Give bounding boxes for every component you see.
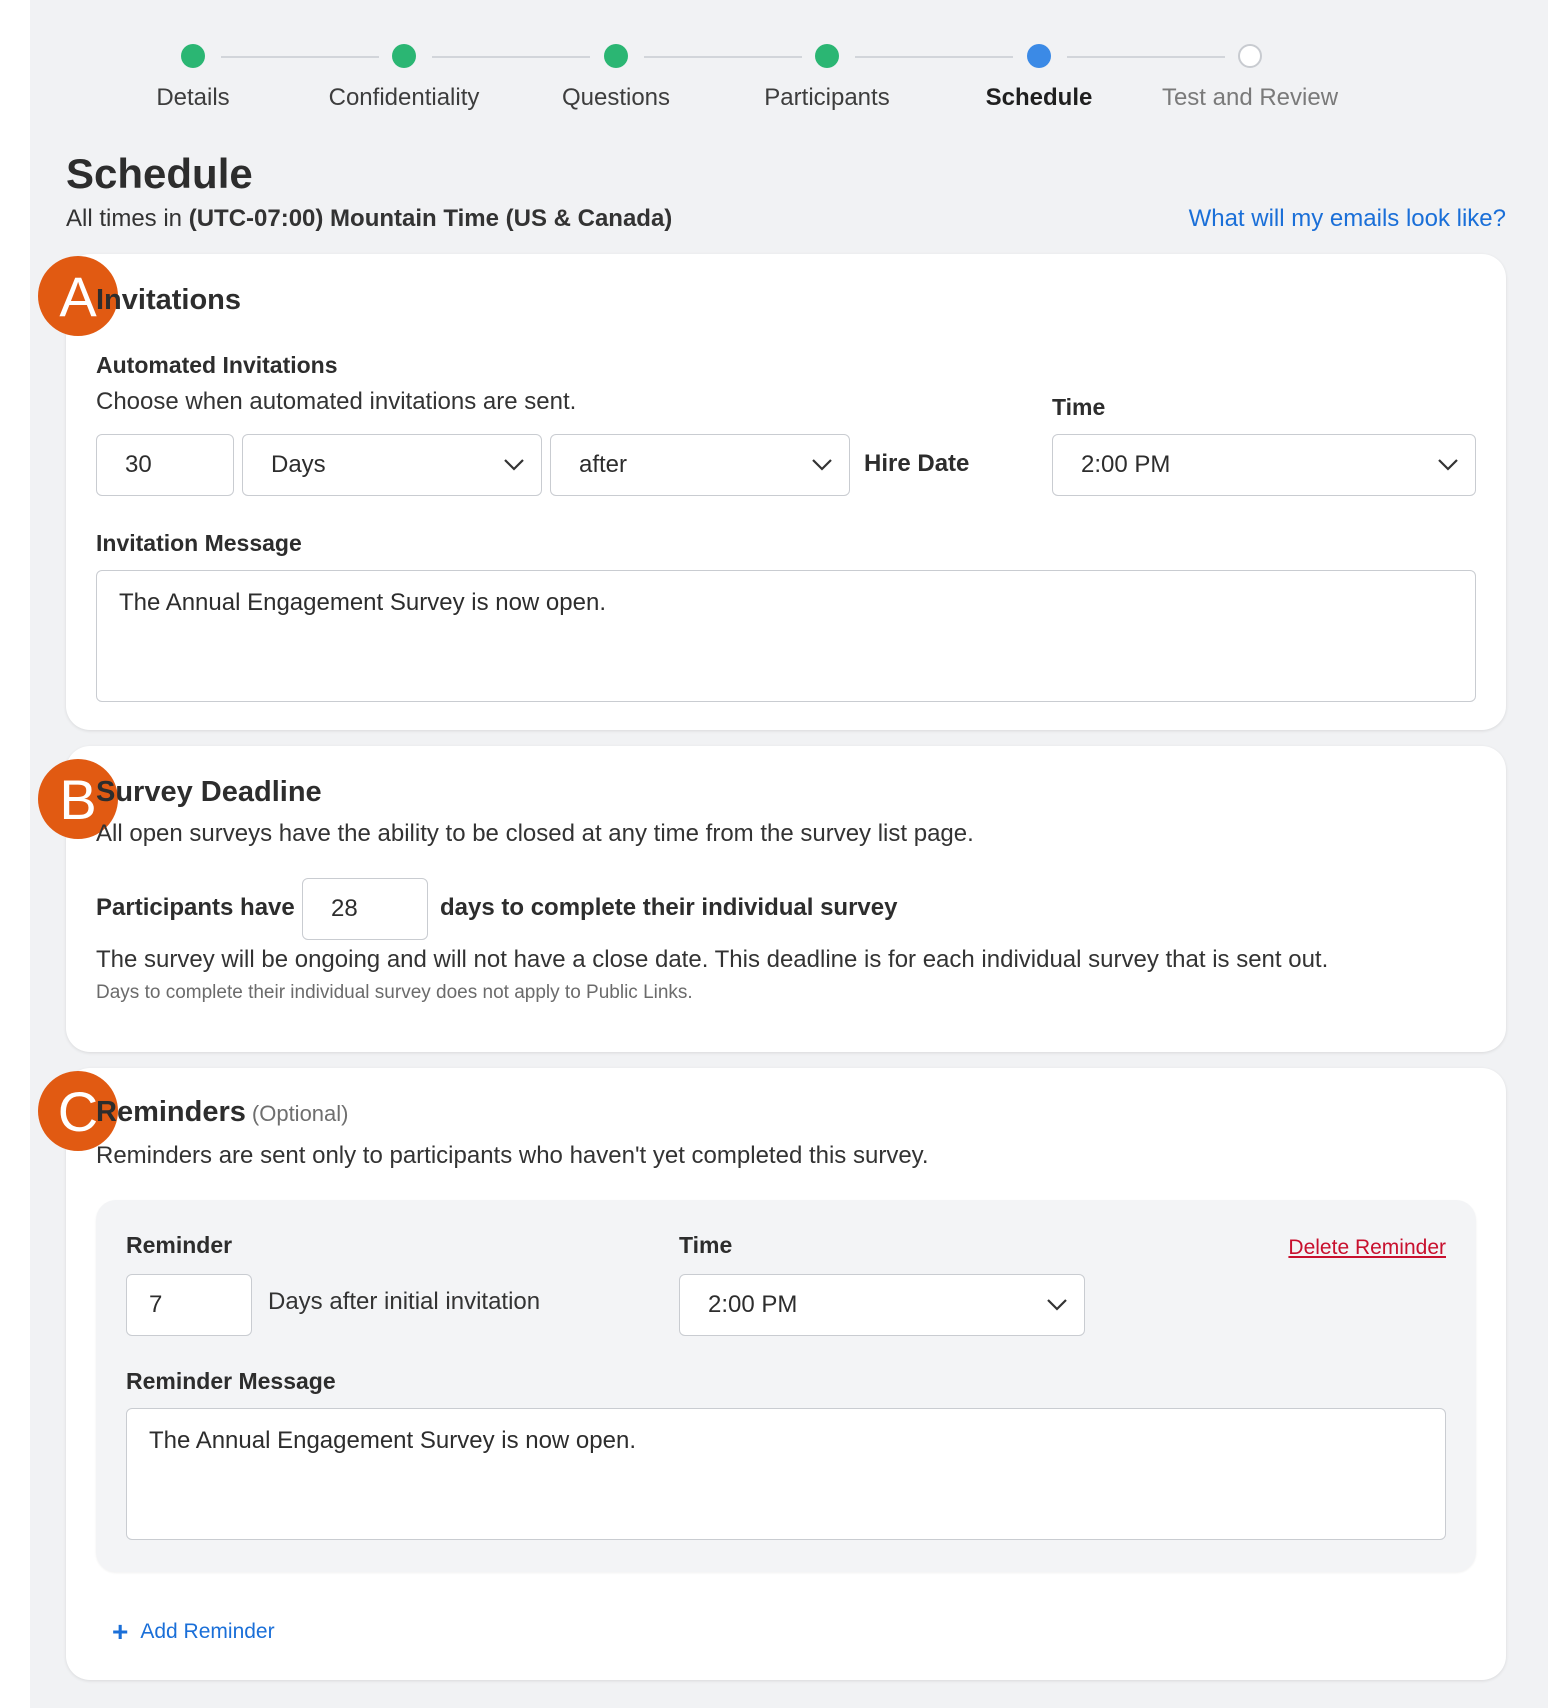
survey-deadline-desc: All open surveys have the ability to be … — [96, 820, 974, 847]
survey-deadline-card: B Survey Deadline All open surveys have … — [38, 746, 1506, 1052]
delete-reminder-button[interactable]: Delete Reminder — [1288, 1236, 1446, 1260]
wizard-stepper: Details Confidentiality Questions Partic… — [30, 0, 1548, 130]
deadline-days-value: 28 — [331, 895, 358, 922]
step-connector — [432, 56, 590, 58]
step-dot-details[interactable] — [181, 44, 205, 68]
step-dot-questions[interactable] — [604, 44, 628, 68]
reminder-days-value: 7 — [149, 1291, 163, 1318]
chevron-down-icon — [1047, 1299, 1067, 1311]
reminder-days-input[interactable]: 7 — [126, 1274, 252, 1336]
invitation-offset-input[interactable]: 30 — [96, 434, 234, 496]
reminders-title: Reminders (Optional) — [96, 1096, 348, 1129]
public-links-note: Days to complete their individual survey… — [96, 982, 693, 1003]
step-label-questions[interactable]: Questions — [506, 84, 726, 112]
chevron-down-icon — [1438, 459, 1458, 471]
reminder-time-value: 2:00 PM — [708, 1291, 798, 1318]
invitation-relation-value: after — [579, 451, 628, 478]
deadline-days-input[interactable]: 28 — [302, 878, 428, 940]
reminder-time-label: Time — [679, 1232, 733, 1258]
invitation-time-label: Time — [1052, 394, 1106, 420]
chevron-down-icon — [812, 459, 832, 471]
invitation-offset-value: 30 — [125, 451, 152, 478]
add-reminder-button[interactable]: + Add Reminder — [112, 1616, 275, 1648]
step-connector — [855, 56, 1013, 58]
step-label-confidentiality[interactable]: Confidentiality — [294, 84, 514, 112]
page-title: Schedule — [66, 150, 253, 197]
reminder-item: Reminder Time Delete Reminder 7 Days aft… — [96, 1200, 1476, 1572]
invitation-unit-value: Days — [271, 451, 326, 478]
invitation-time-select[interactable]: 2:00 PM — [1052, 434, 1476, 496]
optional-tag: (Optional) — [251, 1101, 349, 1126]
reminders-title-text: Reminders — [96, 1096, 246, 1128]
step-label-details[interactable]: Details — [83, 84, 303, 112]
step-label-test-and-review[interactable]: Test and Review — [1140, 84, 1360, 112]
plus-icon: + — [112, 1616, 129, 1647]
step-dot-participants[interactable] — [815, 44, 839, 68]
participants-have-label: Participants have — [96, 894, 295, 921]
timezone-line: All times in (UTC-07:00) Mountain Time (… — [66, 205, 672, 233]
reminder-message-textarea[interactable]: The Annual Engagement Survey is now open… — [126, 1408, 1446, 1540]
step-connector — [644, 56, 802, 58]
invitations-card: A Invitations Automated Invitations Choo… — [38, 254, 1506, 730]
chevron-down-icon — [504, 459, 524, 471]
step-label-schedule[interactable]: Schedule — [929, 84, 1149, 112]
step-connector — [221, 56, 379, 58]
reminder-time-select[interactable]: 2:00 PM — [679, 1274, 1085, 1336]
step-dot-test-and-review[interactable] — [1238, 44, 1262, 68]
survey-deadline-title: Survey Deadline — [96, 776, 322, 808]
invitation-message-textarea[interactable]: The Annual Engagement Survey is now open… — [96, 570, 1476, 702]
page-canvas: Details Confidentiality Questions Partic… — [30, 0, 1548, 1708]
reminder-label: Reminder — [126, 1232, 233, 1258]
reminder-days-suffix: Days after initial invitation — [268, 1288, 541, 1315]
add-reminder-label: Add Reminder — [140, 1620, 275, 1643]
automated-invitations-desc: Choose when automated invitations are se… — [96, 388, 577, 415]
deadline-days-suffix: days to complete their individual survey — [440, 894, 898, 921]
hire-date-label: Hire Date — [864, 450, 970, 477]
reminder-message-label: Reminder Message — [126, 1368, 336, 1394]
reminders-desc: Reminders are sent only to participants … — [96, 1142, 929, 1169]
ongoing-survey-note: The survey will be ongoing and will not … — [96, 946, 1329, 973]
timezone-value: (UTC-07:00) Mountain Time (US & Canada) — [188, 205, 673, 232]
automated-invitations-label: Automated Invitations — [96, 352, 338, 378]
step-dot-schedule[interactable] — [1027, 44, 1051, 68]
invitation-message-label: Invitation Message — [96, 530, 302, 556]
step-dot-confidentiality[interactable] — [392, 44, 416, 68]
invitations-title: Invitations — [96, 284, 242, 316]
timezone-prefix: All times in — [66, 205, 189, 232]
invitation-relation-select[interactable]: after — [550, 434, 850, 496]
invitation-time-value: 2:00 PM — [1081, 451, 1171, 478]
reminders-card: C Reminders (Optional) Reminders are sent… — [38, 1068, 1506, 1680]
invitation-unit-select[interactable]: Days — [242, 434, 542, 496]
step-connector — [1067, 56, 1225, 58]
email-preview-link[interactable]: What will my emails look like? — [1189, 205, 1506, 233]
step-label-participants[interactable]: Participants — [717, 84, 937, 112]
